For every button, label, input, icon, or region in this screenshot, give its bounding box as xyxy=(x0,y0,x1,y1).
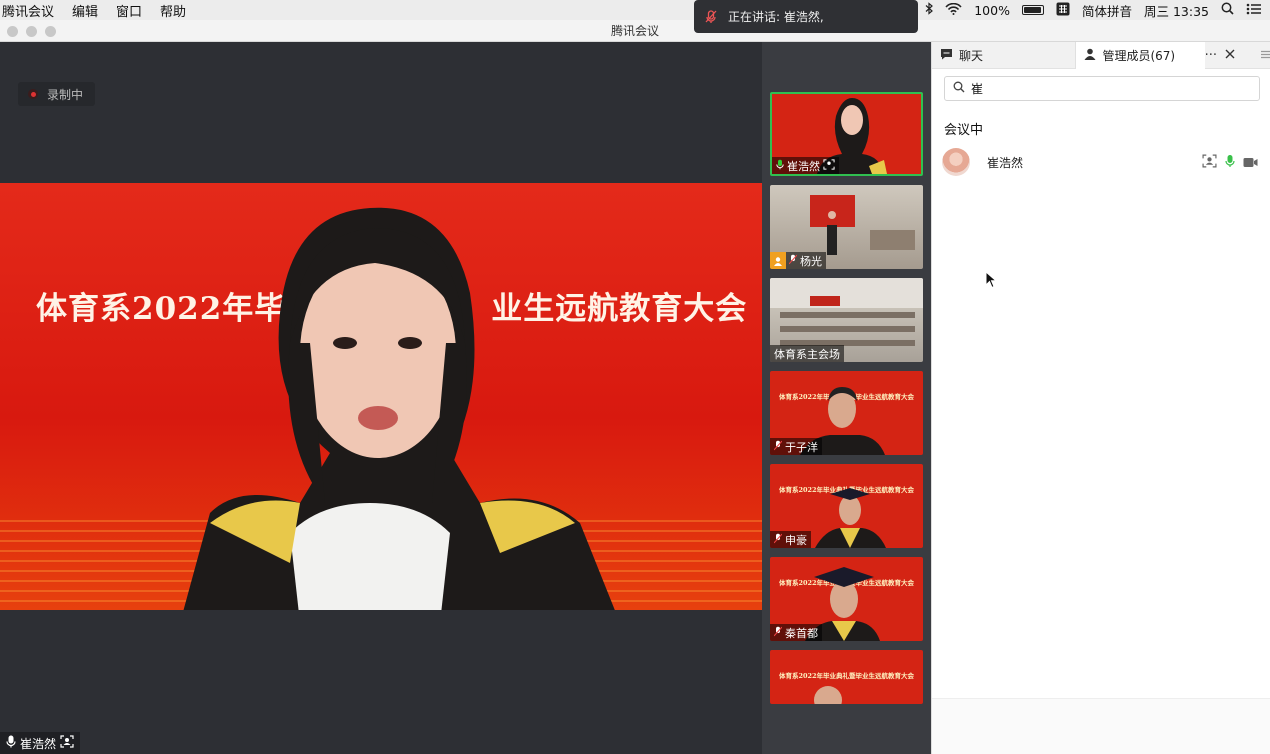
mouse-cursor-icon xyxy=(985,271,997,289)
section-in-meeting: 会议中 xyxy=(944,123,984,138)
thumbnail-name: 崔浩然 xyxy=(787,159,820,173)
thumbnail-name-tag: 申豪 xyxy=(770,531,811,548)
speaker-silhouette xyxy=(183,207,615,610)
avatar xyxy=(942,148,970,176)
thumb-person-graphic xyxy=(814,686,842,704)
spotlight-icon[interactable] xyxy=(1221,2,1234,18)
battery-percent: 100% xyxy=(974,2,1010,18)
person-icon xyxy=(1084,48,1096,63)
wifi-icon[interactable] xyxy=(945,2,962,18)
speaker-name: 崔浩然 xyxy=(20,736,57,751)
thumbnail-name-tag: 杨光 xyxy=(770,252,826,269)
mic-muted-icon xyxy=(773,440,783,454)
participant-thumbnails: 崔浩然 杨光 体育系主会场 体育系2022年毕业典礼暨毕 xyxy=(762,42,931,754)
app-menus: 腾讯会议 编辑 窗口 帮助 xyxy=(0,1,186,20)
thumbnail-main-venue[interactable]: 体育系主会场 xyxy=(770,278,923,362)
mic-on-icon xyxy=(6,735,16,751)
panel-tools: ··· xyxy=(1205,42,1270,68)
status-area: 100% 简体拼音 周三 13:35 xyxy=(925,0,1270,20)
thumbnail-name: 体育系主会场 xyxy=(774,347,840,361)
speaker-video: 体育系2022年毕 业生远航教育大会 xyxy=(0,183,762,610)
record-dot-icon xyxy=(28,89,38,99)
thumbnail-yangguang[interactable]: 杨光 xyxy=(770,185,923,269)
window-controls xyxy=(7,26,56,37)
speaking-indicator: 正在讲话: 崔浩然, xyxy=(694,0,918,33)
more-options-icon[interactable]: ··· xyxy=(1205,48,1217,63)
menu-app[interactable]: 腾讯会议 xyxy=(2,1,54,20)
thumbnail-yuziyang[interactable]: 体育系2022年毕业典礼暨毕业生远航教育大会 于子洋 xyxy=(770,371,923,455)
side-panel: 聊天 管理成员(67) ··· 会议中 崔浩然 xyxy=(931,42,1270,754)
thumbnail-shenhao[interactable]: 体育系2022年毕业典礼暨毕业生远航教育大会 申豪 xyxy=(770,464,923,548)
close-window-button[interactable] xyxy=(7,26,18,37)
member-row[interactable]: 崔浩然 xyxy=(942,146,1262,178)
portrait-mode-icon xyxy=(60,735,74,751)
thumbnail-partial[interactable]: 体育系2022年毕业典礼暨毕业生远航教育大会 xyxy=(770,650,923,704)
window-title-bar: 腾讯会议 xyxy=(0,20,1270,42)
menu-help[interactable]: 帮助 xyxy=(160,1,186,20)
clock[interactable]: 周三 13:35 xyxy=(1144,1,1209,20)
bluetooth-icon[interactable] xyxy=(925,2,934,18)
thumbnail-name: 秦首都 xyxy=(785,626,818,640)
battery-icon[interactable] xyxy=(1021,5,1044,15)
thumbnail-name-tag: 秦首都 xyxy=(770,624,822,641)
portrait-mode-icon[interactable] xyxy=(1202,153,1217,172)
tab-members-label: 管理成员(67) xyxy=(1102,49,1176,63)
menu-bar: 腾讯会议 编辑 窗口 帮助 正在讲话: 崔浩然, 100% 简体拼音 周三 13… xyxy=(0,0,1270,33)
member-search-input[interactable] xyxy=(971,81,1251,96)
tab-chat-label: 聊天 xyxy=(959,49,984,63)
thumbnail-name: 于子洋 xyxy=(785,440,818,454)
close-icon[interactable] xyxy=(1225,48,1235,63)
panel-menu-icon[interactable] xyxy=(1261,48,1270,63)
user-avatar-icon xyxy=(770,252,786,269)
mic-muted-icon xyxy=(694,9,728,24)
menu-edit[interactable]: 编辑 xyxy=(72,1,98,20)
thumbnail-name: 杨光 xyxy=(800,254,822,268)
member-name: 崔浩然 xyxy=(987,155,1024,170)
chat-icon xyxy=(940,48,953,63)
control-center-icon[interactable] xyxy=(1246,3,1262,18)
thumbnail-cuihaoran[interactable]: 崔浩然 xyxy=(770,92,923,176)
member-status-icons xyxy=(1202,153,1258,172)
tab-chat[interactable]: 聊天 xyxy=(932,42,1077,69)
thumbnail-name-tag: 崔浩然 xyxy=(772,157,839,174)
tab-members[interactable]: 管理成员(67) xyxy=(1076,42,1205,69)
zoom-window-button[interactable] xyxy=(45,26,56,37)
input-method-label[interactable]: 简体拼音 xyxy=(1082,1,1132,20)
window-title: 腾讯会议 xyxy=(610,24,659,38)
thumbnail-qinshoudu[interactable]: 体育系2022年毕业典礼暨毕业生远航教育大会 秦首都 xyxy=(770,557,923,641)
minimize-window-button[interactable] xyxy=(26,26,37,37)
recording-label: 录制中 xyxy=(47,87,84,102)
mic-muted-icon xyxy=(788,254,798,268)
input-method-icon[interactable] xyxy=(1056,2,1070,19)
speaker-name-tag: 崔浩然 xyxy=(0,732,81,754)
panel-footer xyxy=(932,698,1270,754)
mic-muted-icon xyxy=(773,533,783,547)
search-icon xyxy=(953,81,965,96)
mic-muted-icon xyxy=(773,626,783,640)
thumbnail-name-tag: 于子洋 xyxy=(770,438,822,455)
main-video-area[interactable]: 录制中 体育系2022年毕 业生远航教育大会 崔浩然 xyxy=(0,42,762,754)
panel-tabs: 聊天 管理成员(67) ··· xyxy=(932,42,1270,69)
menu-window[interactable]: 窗口 xyxy=(116,1,142,20)
recording-indicator[interactable]: 录制中 xyxy=(18,82,96,106)
portrait-mode-icon xyxy=(823,158,835,173)
thumbnail-name-tag: 体育系主会场 xyxy=(770,345,844,362)
mic-on-icon xyxy=(776,159,784,173)
camera-icon[interactable] xyxy=(1243,153,1258,172)
speaking-label: 正在讲话: 崔浩然, xyxy=(728,10,824,24)
mic-on-icon[interactable] xyxy=(1225,153,1235,172)
thumbnail-name: 申豪 xyxy=(785,533,807,547)
member-search-box[interactable] xyxy=(944,76,1260,101)
